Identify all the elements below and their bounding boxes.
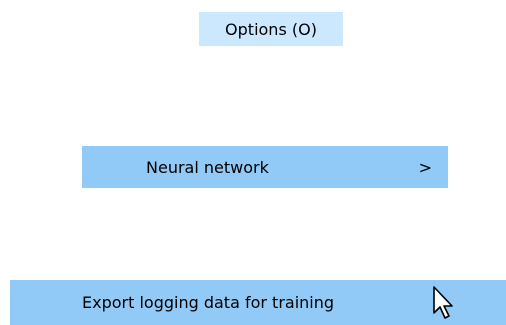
- chevron-right-icon: >: [418, 157, 432, 177]
- options-menu-label: Options (O): [225, 19, 317, 39]
- menu-item-neural-network-label: Neural network: [146, 157, 269, 177]
- menu-item-neural-network[interactable]: Neural network >: [82, 146, 448, 188]
- mouse-pointer-icon: [433, 286, 453, 319]
- menu-item-export-logging-data-label: Export logging data for training: [82, 293, 335, 312]
- options-menu-title[interactable]: Options (O): [199, 12, 343, 46]
